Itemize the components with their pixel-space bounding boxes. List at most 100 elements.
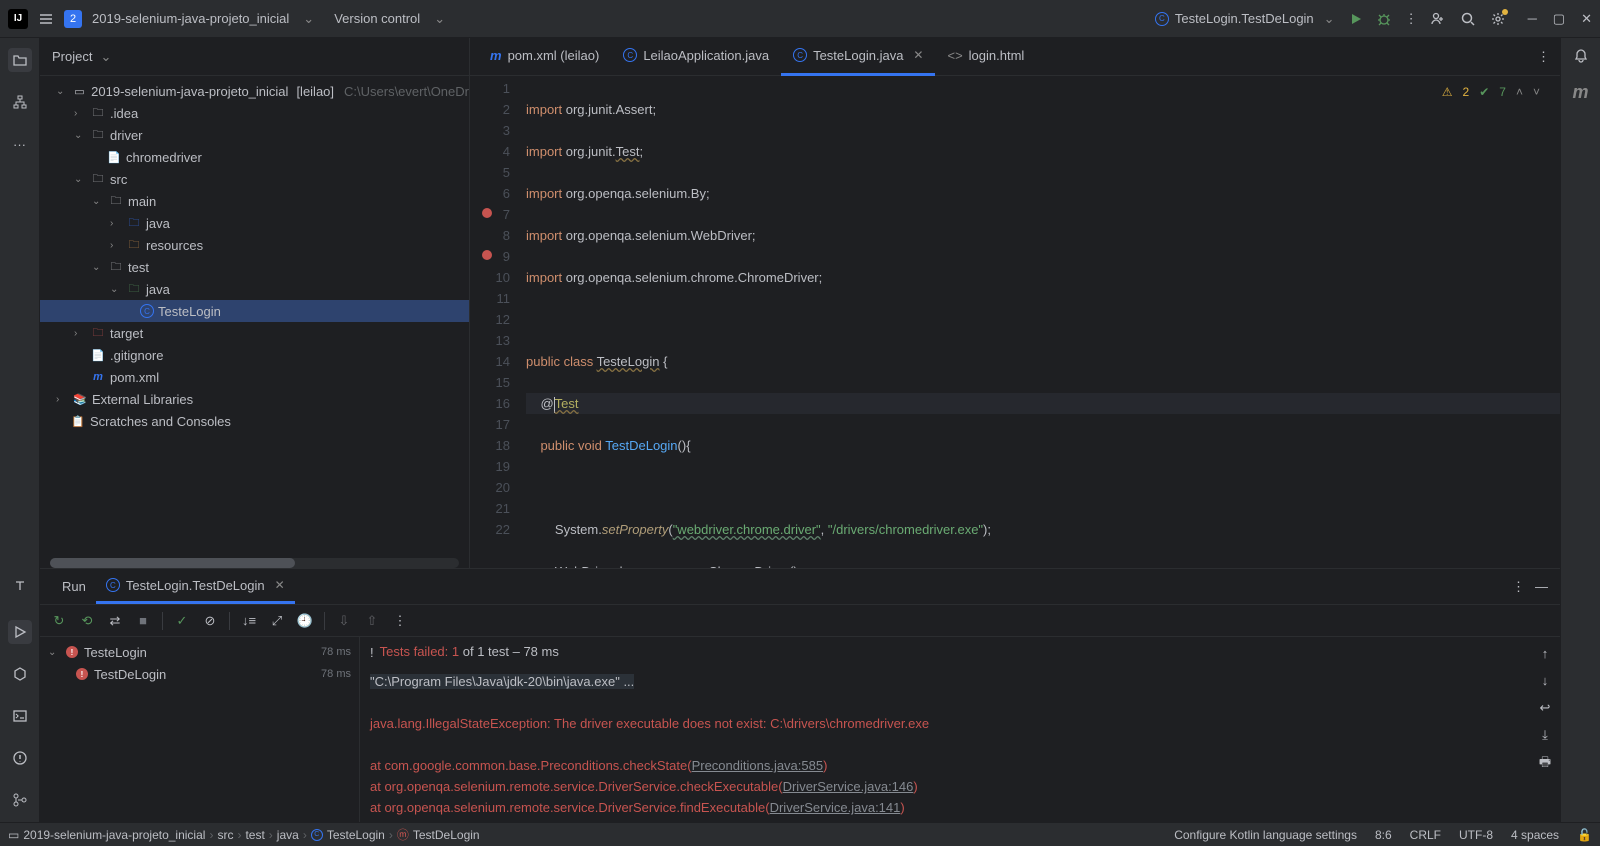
tree-item-java-main[interactable]: › 🗀 java: [40, 212, 469, 234]
tree-root[interactable]: ⌄ ▭ 2019-selenium-java-projeto_inicial […: [40, 80, 469, 102]
project-name[interactable]: 2019-selenium-java-projeto_inicial: [92, 11, 289, 26]
project-tree[interactable]: ⌄ ▭ 2019-selenium-java-projeto_inicial […: [40, 76, 469, 558]
prev-highlight-icon[interactable]: ˄: [1516, 82, 1523, 103]
code-with-me-icon[interactable]: [1430, 11, 1446, 27]
import-icon[interactable]: ⇩: [335, 613, 353, 629]
vcs-menu[interactable]: Version control: [334, 11, 420, 26]
run-config-selector[interactable]: C TesteLogin.TestDeLogin ⌄: [1155, 11, 1335, 27]
show-passed-icon[interactable]: ✓: [173, 613, 191, 629]
scroll-end-icon[interactable]: ⤓: [1542, 724, 1548, 745]
test-root-row[interactable]: ⌄ ! TesteLogin 78 ms: [40, 641, 359, 663]
run-button[interactable]: [1349, 12, 1363, 26]
gutter[interactable]: 123456 7 8 9 10111213141516171819202122: [470, 76, 526, 568]
tree-item-idea[interactable]: › 🗀 .idea: [40, 102, 469, 124]
tree-item-main[interactable]: ⌄ 🗀 main: [40, 190, 469, 212]
scroll-down-icon[interactable]: ↓: [1542, 670, 1549, 691]
caret-position[interactable]: 8:6: [1375, 828, 1392, 842]
history-icon[interactable]: 🕘: [296, 613, 314, 629]
vcs-tool-icon[interactable]: [8, 788, 32, 812]
tab-teste-login[interactable]: C TesteLogin.java ✕: [781, 38, 935, 76]
toggle-auto-icon[interactable]: ⇄: [106, 613, 124, 629]
test-child-row[interactable]: ! TestDeLogin 78 ms: [40, 663, 359, 685]
tree-item-resources[interactable]: › 🗀 resources: [40, 234, 469, 256]
debug-button[interactable]: [1377, 12, 1391, 26]
readonly-icon[interactable]: 🔓: [1577, 828, 1592, 842]
show-ignored-icon[interactable]: ⊘: [201, 613, 219, 629]
chevron-down-icon[interactable]: ⌄: [434, 11, 445, 27]
stop-icon[interactable]: ■: [134, 613, 152, 628]
tree-item-gitignore[interactable]: 📄 .gitignore: [40, 344, 469, 366]
project-title[interactable]: Project ⌄: [52, 49, 111, 65]
test-tree[interactable]: ⌄ ! TesteLogin 78 ms ! TestDeLogin 78 ms: [40, 637, 360, 822]
terminal-tool-icon[interactable]: [8, 704, 32, 728]
tab-login-html[interactable]: <> login.html: [935, 38, 1036, 76]
run-gutter-icon[interactable]: [482, 250, 492, 260]
next-highlight-icon[interactable]: ˅: [1533, 82, 1540, 103]
minimize-icon[interactable]: ─: [1528, 11, 1537, 27]
expand-icon[interactable]: ⤢: [268, 613, 286, 629]
close-icon[interactable]: ✕: [275, 578, 285, 592]
services-tool-icon[interactable]: [8, 662, 32, 686]
editor-content[interactable]: ⚠2 ✔7 ˄ ˅ 123456 7 8 9 10111213141516171…: [470, 76, 1560, 568]
maximize-icon[interactable]: ▢: [1553, 11, 1565, 27]
tree-item-chromedriver[interactable]: 📄 chromedriver: [40, 146, 469, 168]
export-icon[interactable]: ⇧: [363, 613, 381, 629]
hide-icon[interactable]: —: [1535, 579, 1548, 595]
main-menu-icon[interactable]: [38, 11, 54, 27]
line-separator[interactable]: CRLF: [1410, 828, 1441, 842]
search-icon[interactable]: [1460, 11, 1476, 27]
crumb[interactable]: TesteLogin: [327, 828, 385, 842]
tab-pom[interactable]: m pom.xml (leilao): [478, 38, 611, 76]
structure-tool-icon[interactable]: [8, 90, 32, 114]
code[interactable]: import org.junit.Assert; import org.juni…: [526, 76, 1560, 568]
problems-tool-icon[interactable]: [8, 746, 32, 770]
run-gutter-icon[interactable]: [482, 208, 492, 218]
crumb[interactable]: TestDeLogin: [413, 828, 480, 842]
soft-wrap-icon[interactable]: ↩: [1540, 697, 1551, 718]
settings-icon[interactable]: [1490, 11, 1506, 27]
tree-item-pom[interactable]: m pom.xml: [40, 366, 469, 388]
notifications-icon[interactable]: [1573, 48, 1589, 64]
sort-icon[interactable]: ↓≡: [240, 613, 258, 628]
run-label-tab[interactable]: Run: [52, 569, 96, 604]
console[interactable]: !Tests failed: 1 of 1 test – 78 ms "C:\P…: [360, 637, 1560, 822]
tree-item-test[interactable]: ⌄ 🗀 test: [40, 256, 469, 278]
run-config-tab[interactable]: C TesteLogin.TestDeLogin ✕: [96, 569, 295, 604]
tab-leilao-app[interactable]: C LeilaoApplication.java: [611, 38, 781, 76]
tree-item-teste-login[interactable]: C TesteLogin: [40, 300, 469, 322]
maven-tool-icon[interactable]: m: [1572, 82, 1588, 103]
run-tool-icon[interactable]: [8, 620, 32, 644]
text-tool-icon[interactable]: [8, 574, 32, 598]
project-tool-icon[interactable]: [8, 48, 32, 72]
tree-item-java-test[interactable]: ⌄ 🗀 java: [40, 278, 469, 300]
more-tools-icon[interactable]: ···: [8, 132, 32, 156]
more-icon[interactable]: ⋮: [391, 613, 409, 629]
crumb[interactable]: java: [277, 828, 299, 842]
rerun-icon[interactable]: ↻: [50, 613, 68, 629]
tree-item-src[interactable]: ⌄ 🗀 src: [40, 168, 469, 190]
indent[interactable]: 4 spaces: [1511, 828, 1559, 842]
more-run-icon[interactable]: ⋮: [1405, 11, 1418, 27]
scroll-up-icon[interactable]: ↑: [1542, 643, 1549, 664]
rerun-failed-icon[interactable]: ⟲: [78, 613, 96, 629]
tree-item-driver[interactable]: ⌄ 🗀 driver: [40, 124, 469, 146]
tree-item-scratches[interactable]: 📋 Scratches and Consoles: [40, 410, 469, 432]
intellij-logo[interactable]: IJ: [8, 9, 28, 29]
encoding[interactable]: UTF-8: [1459, 828, 1493, 842]
tree-item-target[interactable]: › 🗀 target: [40, 322, 469, 344]
project-badge[interactable]: 2: [64, 10, 82, 28]
crumb[interactable]: test: [245, 828, 264, 842]
close-icon[interactable]: ✕: [913, 48, 923, 62]
crumb[interactable]: 2019-selenium-java-projeto_inicial: [23, 828, 205, 842]
chevron-down-icon[interactable]: ⌄: [303, 11, 314, 27]
more-icon[interactable]: ⋮: [1512, 579, 1525, 595]
breadcrumb[interactable]: ▭ 2019-selenium-java-projeto_inicial › s…: [8, 826, 480, 843]
inspection-widget[interactable]: ⚠2 ✔7 ˄ ˅: [1442, 82, 1540, 103]
print-icon[interactable]: 🖶: [1539, 751, 1551, 772]
kotlin-config[interactable]: Configure Kotlin language settings: [1174, 828, 1357, 842]
tree-item-ext-lib[interactable]: › 📚 External Libraries: [40, 388, 469, 410]
close-icon[interactable]: ✕: [1581, 11, 1592, 27]
scrollbar-horizontal[interactable]: [40, 558, 469, 568]
crumb[interactable]: src: [217, 828, 233, 842]
more-icon[interactable]: ⋮: [1537, 49, 1550, 65]
